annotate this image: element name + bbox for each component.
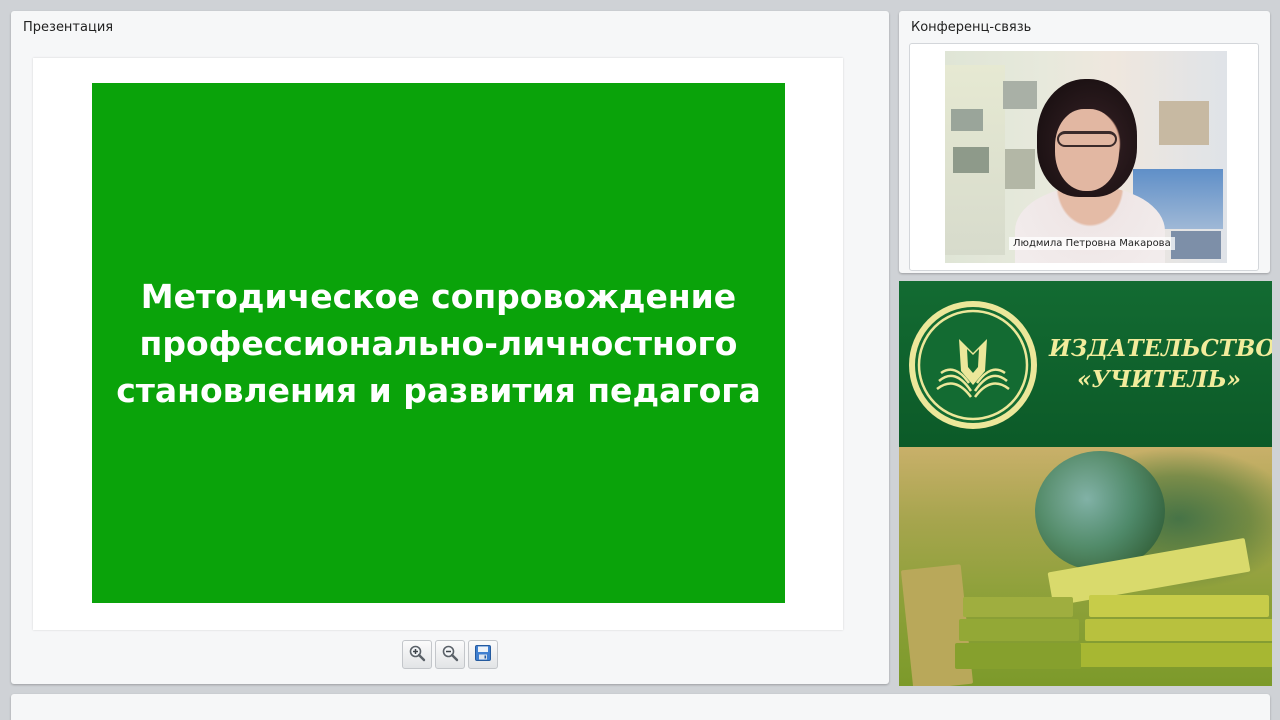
speaker-video[interactable]: Людмила Петровна Макарова (945, 51, 1227, 263)
globe-image (1035, 451, 1165, 571)
speaker-name-label: Людмила Петровна Макарова (1009, 237, 1175, 250)
conference-panel: Конференц-связь Людмила Петровна Макаров… (899, 11, 1270, 273)
zoom-in-button[interactable] (402, 640, 432, 669)
background-photo (953, 147, 989, 173)
background-photo (951, 109, 983, 131)
background-photo (1003, 81, 1037, 109)
banner-books-photo (899, 447, 1272, 686)
zoom-out-icon (441, 644, 459, 666)
book-image (955, 643, 1081, 669)
background-photo (1005, 149, 1035, 189)
bottom-panel (11, 694, 1270, 720)
speaker-face (1055, 109, 1119, 191)
save-button[interactable] (468, 640, 498, 669)
zoom-in-icon (408, 644, 426, 666)
slide-title: Методическое сопровождение профессиональ… (116, 276, 761, 410)
publisher-logo-icon (905, 297, 1041, 433)
book-image (1085, 619, 1272, 641)
book-image (1079, 643, 1272, 667)
background-photo (1171, 231, 1221, 259)
background-photo (1159, 101, 1209, 145)
conference-panel-title: Конференц-связь (911, 20, 1032, 35)
publisher-name: ИЗДАТЕЛЬСТВО «УЧИТЕЛЬ» (1049, 335, 1272, 393)
presentation-panel-title: Презентация (23, 20, 114, 35)
slide: Методическое сопровождение профессиональ… (92, 83, 785, 603)
slide-viewer: Методическое сопровождение профессиональ… (33, 58, 843, 630)
book-image (1089, 595, 1269, 617)
video-frame: Людмила Петровна Макарова (909, 43, 1259, 271)
speaker-glasses (1057, 131, 1117, 147)
publisher-banner: ИЗДАТЕЛЬСТВО «УЧИТЕЛЬ» (899, 281, 1272, 686)
floppy-disk-icon (474, 644, 492, 666)
banner-header: ИЗДАТЕЛЬСТВО «УЧИТЕЛЬ» (899, 281, 1272, 447)
presentation-panel: Презентация Методическое сопровождение п… (11, 11, 889, 684)
book-image (963, 597, 1073, 617)
zoom-out-button[interactable] (435, 640, 465, 669)
book-image (959, 619, 1079, 641)
